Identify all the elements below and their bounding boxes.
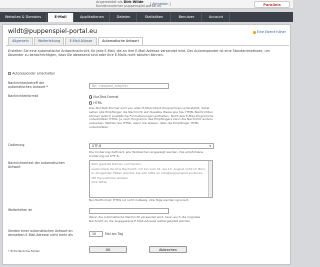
enable-row: Autoresponder einschalten bbox=[8, 72, 128, 76]
format-html-row: HTML bbox=[89, 101, 102, 105]
chevron-down-icon: ▾ bbox=[209, 144, 211, 148]
up-level-label: Eine Ebene höher bbox=[256, 30, 286, 34]
encoding-select[interactable]: UTF-8 ▾ bbox=[89, 143, 214, 149]
nav-tab-account[interactable]: Account bbox=[203, 13, 230, 22]
format-plain-radio[interactable] bbox=[89, 95, 93, 99]
enable-label: Autoresponder einschalten bbox=[12, 71, 56, 76]
message-line: Dirk Wilde bbox=[91, 179, 107, 184]
cancel-button[interactable]: Abbrechen bbox=[149, 246, 187, 253]
ok-button[interactable]: OK bbox=[89, 246, 127, 253]
logout-link[interactable]: [ Abmelden ] bbox=[150, 2, 171, 6]
nav-tab-statistics[interactable]: Statistiken bbox=[138, 13, 171, 22]
main-nav: Websites & Domains E-Mail Applikationen … bbox=[0, 12, 293, 22]
message-scrollbar[interactable] bbox=[208, 161, 212, 197]
divider bbox=[6, 45, 289, 46]
subject-label: Nachrichtenbetreff der automatischen Ant… bbox=[8, 81, 48, 89]
top-bar: Angemeldet als Dirk Wilde Kundennummer p… bbox=[0, 0, 293, 9]
message-note: Nur-Textformat: HTML ist nicht zulässig.… bbox=[89, 198, 190, 202]
forward-label: Weiterleiten an bbox=[8, 208, 33, 212]
intro-text: Erstellen Sie eine automatische Antwortn… bbox=[8, 49, 270, 58]
limit-unit: Mal am Tag bbox=[105, 232, 124, 236]
up-level-link[interactable]: Eine Ebene höher bbox=[252, 30, 286, 34]
enable-autoresponder-checkbox[interactable] bbox=[8, 72, 12, 76]
brand-logo: Parallels bbox=[254, 1, 290, 8]
encoding-note: Die Codierung definiert, wie Textzeichen… bbox=[89, 150, 204, 158]
forward-input[interactable] bbox=[89, 208, 169, 214]
message-label: Nachrichtentext der automatischen Antwor… bbox=[8, 161, 65, 169]
message-textarea[interactable]: Sehr geehrte Damen und Herren, vielen Da… bbox=[89, 160, 213, 198]
required-note: * Erforderliche Felder bbox=[8, 249, 40, 253]
subtab-aliases[interactable]: E-Mail-Aliasse bbox=[65, 37, 97, 45]
message-content: Sehr geehrte Damen und Herren, vielen Da… bbox=[90, 161, 208, 186]
encoding-value: UTF-8 bbox=[92, 144, 102, 148]
forward-note: Wenn die automatische Nachricht versende… bbox=[89, 215, 201, 223]
limit-label: Senden einer automatischen Antwort an de… bbox=[8, 229, 73, 237]
format-plain-row: Nur-Text-Format bbox=[89, 95, 119, 99]
nav-tab-applications[interactable]: Applikationen bbox=[75, 13, 110, 22]
subtab-forwarding[interactable]: Weiterleitung bbox=[34, 37, 64, 45]
format-html-radio[interactable] bbox=[89, 101, 93, 105]
encoding-label: Codierung bbox=[8, 143, 25, 147]
format-html-label: HTML bbox=[93, 101, 103, 105]
nav-tab-files[interactable]: Dateien bbox=[111, 13, 137, 22]
limit-input[interactable]: 10 bbox=[89, 231, 103, 237]
up-arrow-icon bbox=[252, 30, 256, 34]
nav-tab-websites[interactable]: Websites & Domains bbox=[0, 13, 47, 22]
subtab-general[interactable]: Allgemein bbox=[8, 37, 33, 45]
format-plain-label: Nur-Text-Format bbox=[93, 95, 119, 99]
format-note: Das Nur-Text-Format wird von allen E-Mai… bbox=[89, 106, 214, 129]
content-panel: wildt@puppenspiel-portal.eu Eine Ebene h… bbox=[2, 24, 291, 265]
format-label: Nachrichtenformat bbox=[8, 94, 38, 98]
subtab-autoresponder[interactable]: Automatische Antwort bbox=[98, 37, 143, 45]
nav-tab-email[interactable]: E-Mail bbox=[48, 13, 74, 22]
message-line: Sehr geehrte Damen und Herren, bbox=[91, 161, 142, 166]
subject-input[interactable]: Re: <request_subject> bbox=[89, 83, 169, 89]
page-title: wildt@puppenspiel-portal.eu bbox=[8, 28, 97, 35]
message-line: In dringenden Fällen wenden Sie sich bit… bbox=[91, 170, 204, 175]
nav-tab-users[interactable]: Benutzer bbox=[172, 13, 202, 22]
